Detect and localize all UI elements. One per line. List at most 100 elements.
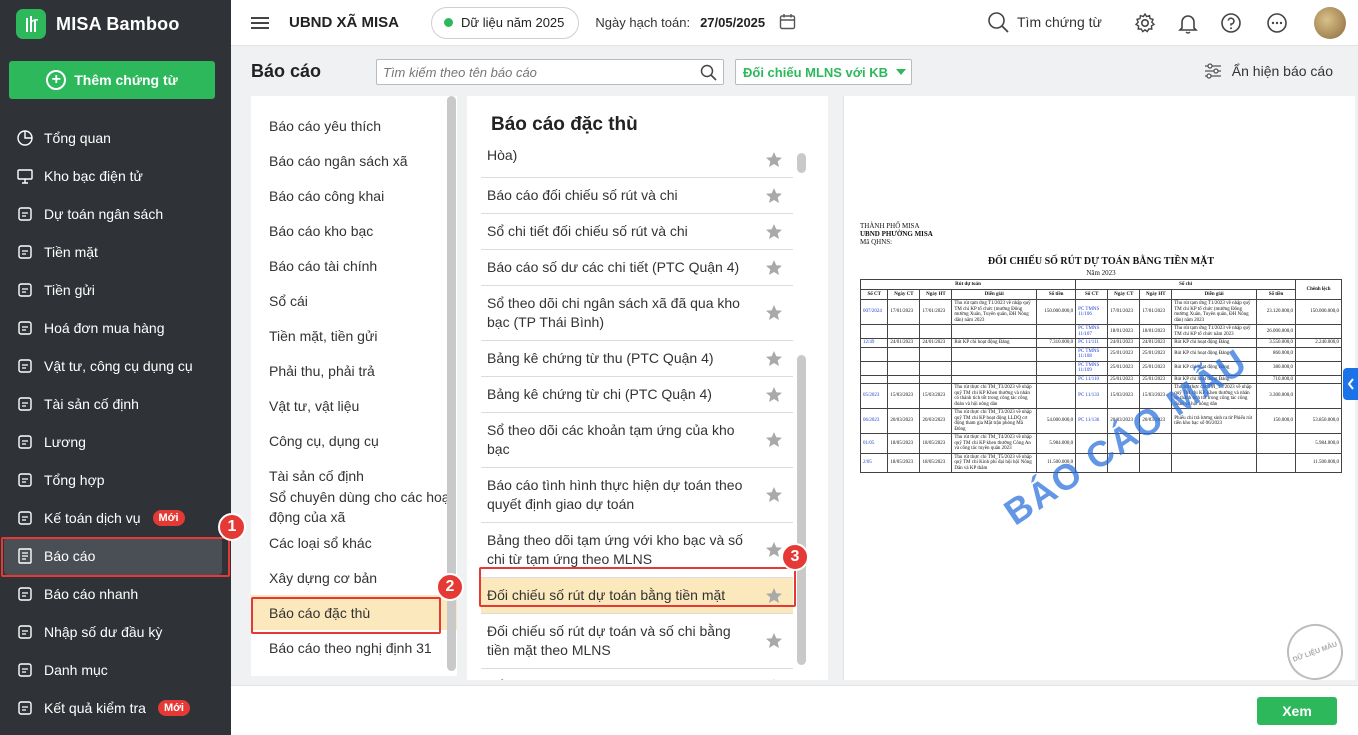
sidebar-item[interactable]: Hoá đơn mua hàng bbox=[0, 309, 231, 347]
gear-icon[interactable] bbox=[1134, 12, 1156, 34]
favorite-star-icon[interactable] bbox=[765, 187, 783, 210]
report-item[interactable]: Báo cáo tình hình thực hiện dự toán theo… bbox=[481, 468, 793, 523]
report-list-scrollbar[interactable] bbox=[797, 355, 806, 665]
toggle-report-visibility-button[interactable]: Ẩn hiện báo cáo bbox=[1204, 63, 1333, 79]
report-item[interactable]: Báo cáo đối chiếu số rút và chi bbox=[481, 178, 793, 214]
sidebar-item[interactable]: Tổng quan bbox=[0, 119, 231, 157]
posting-date-value[interactable]: 27/05/2025 bbox=[700, 15, 765, 30]
report-item[interactable]: Hòa) bbox=[481, 142, 793, 178]
report-category-item[interactable]: Sổ chuyên dùng cho các hoạt động của xã bbox=[251, 489, 457, 525]
preview-cell: 18/05/2023 bbox=[887, 433, 921, 454]
preview-cell bbox=[919, 346, 953, 362]
favorite-star-icon[interactable] bbox=[765, 486, 783, 509]
sidebar-item-label: Danh mục bbox=[44, 662, 108, 678]
collapse-preview-tab[interactable] bbox=[1343, 368, 1358, 400]
report-item[interactable]: Báo cáo số dư các chi tiết (PTC Quận 4) bbox=[481, 250, 793, 286]
sidebar-item[interactable]: Kho bạc điện tử bbox=[0, 157, 231, 195]
report-search-box[interactable] bbox=[376, 59, 724, 85]
sidebar-item[interactable]: Tiền gửi bbox=[0, 271, 231, 309]
organization-name[interactable]: UBND XÃ MISA bbox=[289, 14, 399, 31]
sidebar-item-label: Tổng hợp bbox=[44, 472, 105, 488]
preview-cell: 25/01/2023 bbox=[1107, 360, 1141, 376]
report-item-label: Hòa) bbox=[487, 147, 518, 163]
favorite-star-icon[interactable] bbox=[765, 350, 783, 373]
report-category-item[interactable]: Phải thu, phải trả bbox=[251, 353, 457, 388]
report-item[interactable]: Bảng kê chứng từ thu (PTC Quận 4) bbox=[481, 341, 793, 377]
report-item[interactable]: Bảng kê chứng từ chi (PTC Quận 4) bbox=[481, 377, 793, 413]
footer-bar: Xem bbox=[231, 685, 1358, 735]
favorite-star-icon[interactable] bbox=[765, 431, 783, 454]
sidebar-item[interactable]: Tổng hợp bbox=[0, 461, 231, 499]
bell-icon[interactable] bbox=[1177, 12, 1199, 34]
sidebar-item[interactable]: Báo cáo bbox=[4, 537, 222, 575]
report-category-item[interactable]: Báo cáo kho bạc bbox=[251, 213, 457, 248]
sidebar-item[interactable]: Tài sản cố định bbox=[0, 385, 231, 423]
preview-row: PC TMNS 11/108 25/01/2023 25/01/2023 Rút KP… bbox=[859, 346, 1342, 362]
add-voucher-button[interactable]: + Thêm chứng từ bbox=[9, 61, 215, 99]
sidebar-item[interactable]: Kết quả kiểm tra Mới bbox=[0, 689, 231, 727]
preview-cell: Thu rút tạm ứng T1/2023 về nhập quỹ TM c… bbox=[1171, 324, 1258, 339]
avatar[interactable] bbox=[1314, 7, 1346, 39]
report-category-item[interactable]: Báo cáo ngân sách xã bbox=[251, 143, 457, 178]
report-category-item[interactable]: Vật tư, vật liệu bbox=[251, 388, 457, 423]
report-filter-dropdown[interactable]: Đối chiếu MLNS với KB bbox=[735, 59, 912, 85]
sidebar-item[interactable]: Tiền mặt bbox=[0, 233, 231, 271]
report-category-item[interactable]: Xây dựng cơ bản bbox=[251, 560, 457, 595]
report-item[interactable]: Bảng theo dõi tạm ứng với kho bạc và số … bbox=[481, 523, 793, 578]
preview-year: Năm 2023 bbox=[1086, 269, 1116, 277]
favorite-star-icon[interactable] bbox=[765, 259, 783, 282]
report-item[interactable]: Sổ theo dõi các khoản tạm ứng của kho bạ… bbox=[481, 413, 793, 468]
report-category-item[interactable]: Báo cáo đặc thù bbox=[251, 595, 457, 630]
report-category-item[interactable]: Báo cáo theo nghị định 31 bbox=[251, 630, 457, 665]
favorite-star-icon[interactable] bbox=[765, 151, 783, 174]
view-report-button[interactable]: Xem bbox=[1257, 697, 1337, 725]
sidebar-nav: Tổng quan Kho bạc điện tử Dự toán ngân sác… bbox=[0, 119, 231, 727]
sidebar-item[interactable]: Danh mục bbox=[0, 651, 231, 689]
report-category-item[interactable]: Báo cáo yêu thích bbox=[251, 108, 457, 143]
favorite-star-icon[interactable] bbox=[765, 386, 783, 409]
report-search-input[interactable] bbox=[377, 60, 687, 84]
sidebar-item[interactable]: Vật tư, công cụ dụng cụ bbox=[0, 347, 231, 385]
preview-cell: 7.310.000,0 bbox=[1036, 338, 1077, 348]
report-item[interactable]: Sổ theo dõi các khoản rút dự toán bbox=[481, 669, 793, 680]
sidebar-item[interactable]: Lương bbox=[0, 423, 231, 461]
search-voucher-button[interactable]: Tìm chứng từ bbox=[987, 11, 1102, 33]
preview-cell: 17/01/2023 bbox=[919, 299, 953, 325]
report-item[interactable]: Đối chiếu số rút dự toán bằng tiền mặt bbox=[481, 578, 793, 614]
report-item[interactable]: Sổ chi tiết đối chiếu số rút và chi bbox=[481, 214, 793, 250]
search-icon[interactable] bbox=[700, 64, 717, 84]
data-year-selector[interactable]: Dữ liệu năm 2025 bbox=[431, 6, 580, 39]
more-icon[interactable] bbox=[1266, 12, 1288, 34]
favorite-star-icon[interactable] bbox=[765, 632, 783, 655]
preview-cell: 20/03/2023 bbox=[919, 408, 953, 434]
report-item[interactable]: Đối chiếu số rút dự toán và số chi bằng … bbox=[481, 614, 793, 669]
preview-cell: PC TMNS 11/108 bbox=[1075, 346, 1109, 362]
top-header: UBND XÃ MISA Dữ liệu năm 2025 Ngày hạch … bbox=[231, 0, 1358, 46]
report-category-item[interactable]: Sổ cái bbox=[251, 283, 457, 318]
report-list-scroll-up[interactable] bbox=[797, 153, 806, 173]
report-category-item[interactable]: Báo cáo tài chính bbox=[251, 248, 457, 283]
report-category-item[interactable]: Các loại sổ khác bbox=[251, 525, 457, 560]
report-category-item[interactable]: Báo cáo công khai bbox=[251, 178, 457, 213]
sidebar-item[interactable]: Kế toán dịch vụ Mới bbox=[0, 499, 231, 537]
posting-date-label: Ngày hạch toán: bbox=[595, 15, 691, 30]
report-category-item[interactable]: Tiền mặt, tiền gửi bbox=[251, 318, 457, 353]
favorite-star-icon[interactable] bbox=[765, 678, 783, 680]
help-icon[interactable] bbox=[1220, 12, 1242, 34]
favorite-star-icon[interactable] bbox=[765, 304, 783, 327]
preview-cell: 150.000,0 bbox=[1256, 408, 1297, 434]
preview-cell: 23.120.000,0 bbox=[1256, 299, 1297, 325]
favorite-star-icon[interactable] bbox=[765, 223, 783, 246]
sidebar-item[interactable]: Báo cáo nhanh bbox=[0, 575, 231, 613]
preview-cell: Thu rút thực chi TM_T4/2023 về nhập quỹ … bbox=[951, 433, 1038, 454]
favorite-star-icon[interactable] bbox=[765, 541, 783, 564]
favorite-star-icon[interactable] bbox=[765, 587, 783, 610]
preview-cell bbox=[1036, 383, 1077, 409]
sidebar-item[interactable]: Dự toán ngân sách bbox=[0, 195, 231, 233]
calendar-icon[interactable] bbox=[779, 13, 796, 33]
brand[interactable]: MISA Bamboo bbox=[0, 0, 231, 48]
report-category-item[interactable]: Công cụ, dụng cụ bbox=[251, 423, 457, 458]
sidebar-item[interactable]: Nhập số dư đầu kỳ bbox=[0, 613, 231, 651]
menu-toggle-icon[interactable] bbox=[251, 14, 269, 32]
report-item[interactable]: Sổ theo dõi chi ngân sách xã đã qua kho … bbox=[481, 286, 793, 341]
